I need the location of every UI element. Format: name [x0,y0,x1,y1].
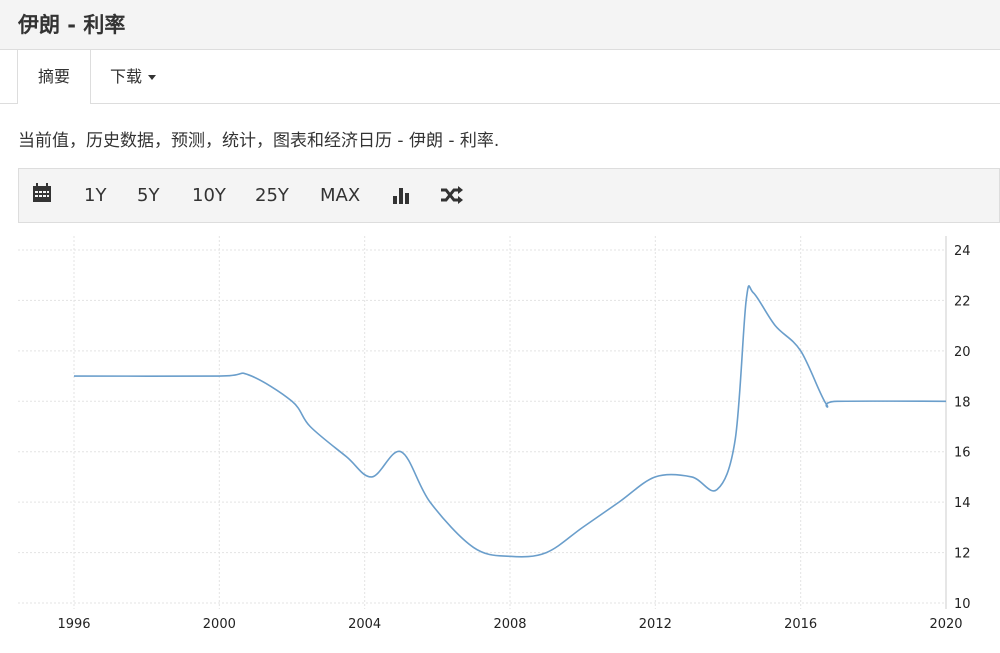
x-tick-label: 2004 [348,617,381,632]
x-tick-label: 2000 [203,617,236,632]
y-tick-label: 10 [954,597,971,612]
y-tick-label: 20 [954,345,971,360]
interest-rate-chart: 10 12 14 16 18 20 22 24 1996 2000 2004 2008 2012 2016… [18,236,971,632]
y-tick-label: 16 [954,446,971,461]
y-tick-label: 18 [954,395,971,410]
x-tick-label: 2020 [929,617,962,632]
y-tick-label: 12 [954,547,971,562]
y-tick-label: 24 [954,244,971,259]
y-tick-label: 14 [954,496,971,511]
y-tick-label: 22 [954,294,971,309]
x-tick-label: 2016 [784,617,817,632]
x-tick-label: 2008 [493,617,526,632]
x-tick-label: 2012 [639,617,672,632]
x-tick-label: 1996 [57,617,90,632]
